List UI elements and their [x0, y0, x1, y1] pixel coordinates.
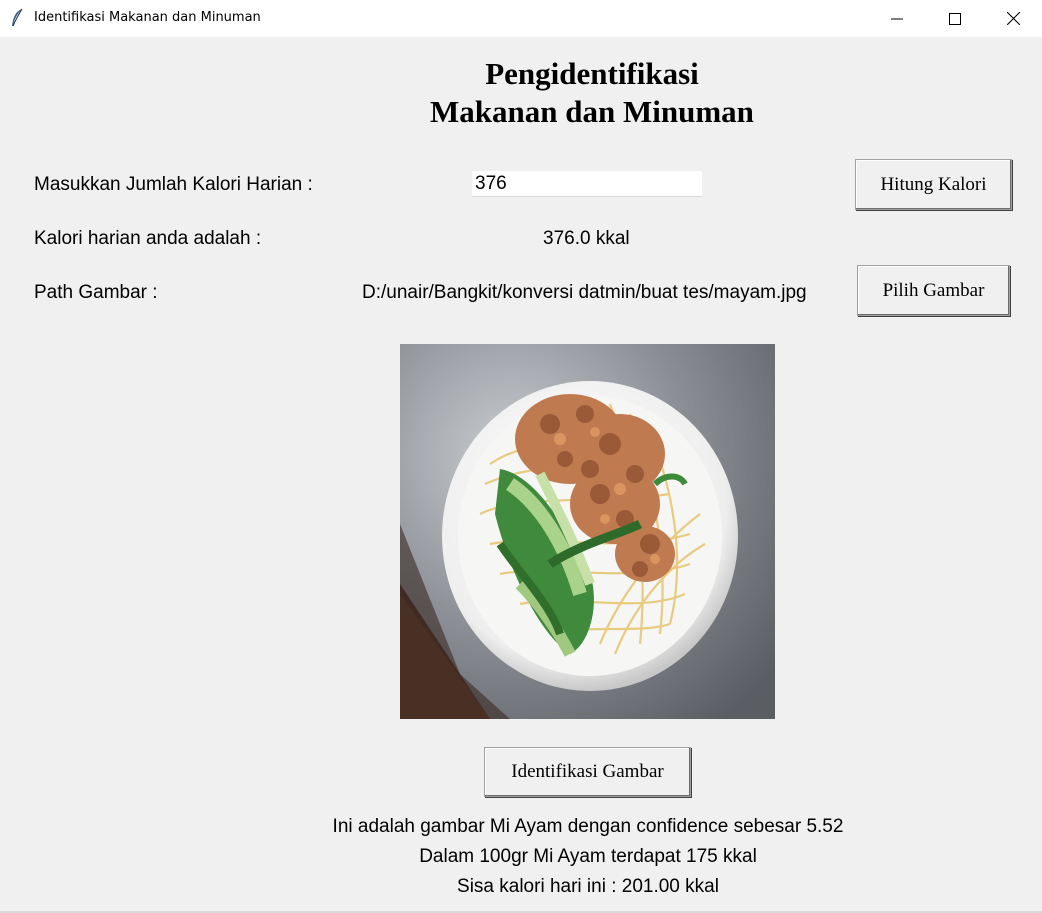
daily-calorie-label: Kalori harian anda adalah : — [34, 228, 262, 249]
image-path-label: Path Gambar : — [34, 282, 158, 303]
calorie-input-field[interactable] — [472, 171, 702, 197]
daily-calorie-value: 376.0 kkal — [543, 228, 630, 249]
title-bar: Identifikasi Makanan dan Minuman — [0, 0, 1042, 37]
window-title: Identifikasi Makanan dan Minuman — [34, 10, 261, 25]
food-image — [400, 344, 775, 719]
result-confidence: Ini adalah gambar Mi Ayam dengan confide… — [332, 816, 844, 837]
page-title-line-1: Pengidentifikasi — [485, 56, 699, 91]
maximize-icon — [949, 12, 961, 25]
minimize-icon — [891, 18, 903, 19]
result-calorie-per-100g: Dalam 100gr Mi Ayam terdapat 175 kkal — [419, 846, 757, 867]
page-title: Pengidentifikasi Makanan dan Minuman — [342, 55, 842, 131]
close-button[interactable] — [984, 0, 1042, 37]
minimize-button[interactable] — [868, 0, 926, 37]
calorie-input-label: Masukkan Jumlah Kalori Harian : — [34, 174, 313, 195]
page-title-line-2: Makanan dan Minuman — [430, 94, 754, 129]
feather-icon — [12, 8, 23, 27]
image-path-value: D:/unair/Bangkit/konversi datmin/buat te… — [362, 282, 807, 303]
pilih-gambar-button[interactable]: Pilih Gambar — [857, 265, 1010, 316]
hitung-kalori-button[interactable]: Hitung Kalori — [855, 159, 1012, 210]
identifikasi-gambar-button[interactable]: Identifikasi Gambar — [484, 747, 691, 797]
close-icon — [1006, 12, 1020, 25]
maximize-button[interactable] — [926, 0, 984, 37]
result-remaining-calorie: Sisa kalori hari ini : 201.00 kkal — [457, 876, 719, 897]
